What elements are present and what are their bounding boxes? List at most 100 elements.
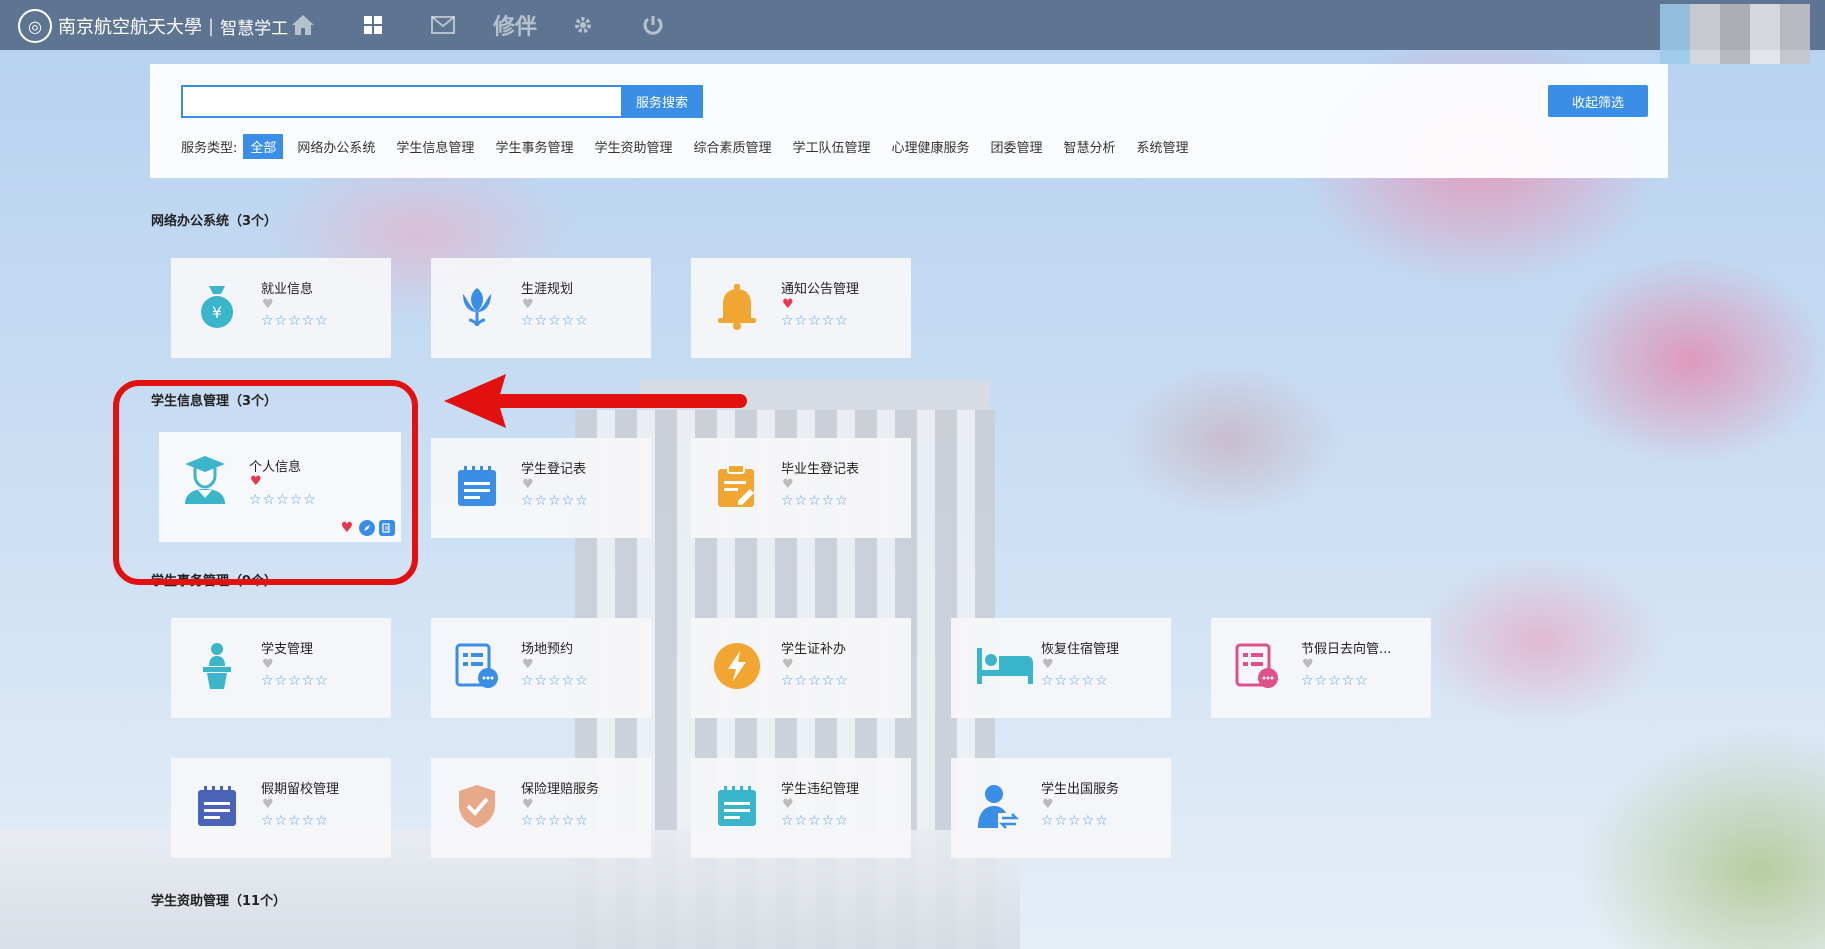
search-input[interactable] [181, 85, 621, 118]
service-card[interactable]: 学生证补办 ♥ ☆☆☆☆☆ [691, 618, 911, 718]
service-card[interactable]: 毕业生登记表 ♥ ☆☆☆☆☆ [691, 438, 911, 538]
gear-icon[interactable] [568, 10, 598, 40]
tulip-icon [453, 280, 501, 332]
service-title: 生涯规划 [521, 282, 574, 297]
filter-chip-quality[interactable]: 综合素质管理 [686, 134, 778, 159]
service-card[interactable]: 场地预约 ♥ ☆☆☆☆☆ [431, 618, 651, 718]
service-card[interactable]: 保险理赔服务 ♥ ☆☆☆☆☆ [431, 758, 651, 858]
service-title: 假期留校管理 [261, 782, 340, 797]
svg-text:¥: ¥ [212, 303, 222, 322]
service-title: 就业信息 [261, 282, 314, 297]
service-title: 节假日去向管... [1301, 642, 1392, 657]
service-card[interactable]: 学支管理 ♥ ☆☆☆☆☆ [171, 618, 391, 718]
filter-chip-all[interactable]: 全部 [243, 133, 284, 159]
service-card[interactable]: 学生违纪管理 ♥ ☆☆☆☆☆ [691, 758, 911, 858]
service-title: 学支管理 [261, 642, 314, 657]
bed-icon [975, 640, 1035, 692]
red-highlight-box [113, 380, 418, 585]
podium-person-icon [193, 640, 241, 692]
lightning-icon [713, 640, 761, 692]
service-title: 场地预约 [521, 642, 574, 657]
rating-stars[interactable]: ☆☆☆☆☆ [521, 313, 589, 329]
service-card[interactable]: 学生登记表 ♥ ☆☆☆☆☆ [431, 438, 651, 538]
red-arrow-icon [444, 374, 747, 428]
calendar-dark-icon [193, 780, 241, 832]
service-title: 通知公告管理 [781, 282, 860, 297]
filter-chip-mental[interactable]: 心理健康服务 [885, 134, 977, 159]
service-title: 学生出国服务 [1041, 782, 1120, 797]
system-name: 智慧学工 [220, 18, 289, 39]
favorite-heart-icon[interactable]: ♥ [262, 657, 274, 672]
favorite-heart-icon[interactable]: ♥ [1042, 797, 1054, 812]
favorite-heart-icon[interactable]: ♥ [522, 657, 534, 672]
collapse-filter-button[interactable]: 收起筛选 [1548, 85, 1648, 117]
section-title-aid: 学生资助管理（11个） [151, 894, 287, 909]
filter-chip-system[interactable]: 系统管理 [1130, 134, 1196, 159]
school-seal-icon: ◎ [18, 9, 52, 43]
mail-icon[interactable] [428, 10, 458, 40]
rating-stars[interactable]: ☆☆☆☆☆ [1041, 673, 1109, 689]
service-card[interactable]: ¥ 就业信息 ♥ ☆☆☆☆☆ [171, 258, 391, 358]
form-pink-icon [1233, 640, 1281, 692]
favorite-heart-icon[interactable]: ♥ [262, 797, 274, 812]
rating-stars[interactable]: ☆☆☆☆☆ [781, 673, 849, 689]
favorite-heart-icon[interactable]: ♥ [782, 657, 794, 672]
rating-stars[interactable]: ☆☆☆☆☆ [521, 813, 589, 829]
filter-label: 服务类型: [181, 140, 238, 156]
home-icon[interactable] [288, 10, 318, 40]
rating-stars[interactable]: ☆☆☆☆☆ [1041, 813, 1109, 829]
rating-stars[interactable]: ☆☆☆☆☆ [261, 673, 329, 689]
money-bag-icon: ¥ [193, 280, 241, 332]
service-title: 学生登记表 [521, 462, 587, 477]
rating-stars[interactable]: ☆☆☆☆☆ [781, 813, 849, 829]
favorite-heart-icon[interactable]: ♥ [1042, 657, 1054, 672]
logo[interactable]: ◎ 南京航空航天大學 | 智慧学工 [18, 9, 288, 43]
favorite-heart-icon[interactable]: ♥ [782, 477, 794, 492]
service-title: 恢复住宿管理 [1041, 642, 1120, 657]
filter-chip-league[interactable]: 团委管理 [984, 134, 1050, 159]
bell-icon [713, 280, 761, 332]
rating-stars[interactable]: ☆☆☆☆☆ [261, 813, 329, 829]
rating-stars[interactable]: ☆☆☆☆☆ [521, 673, 589, 689]
service-card[interactable]: 节假日去向管... ♥ ☆☆☆☆☆ [1211, 618, 1431, 718]
favorite-heart-icon[interactable]: ♥ [522, 477, 534, 492]
filter-chip-team[interactable]: 学工队伍管理 [785, 134, 877, 159]
favorite-heart-icon[interactable]: ♥ [522, 797, 534, 812]
filter-chip-info[interactable]: 学生信息管理 [389, 134, 481, 159]
service-card[interactable]: 恢复住宿管理 ♥ ☆☆☆☆☆ [951, 618, 1171, 718]
favorite-heart-icon[interactable]: ♥ [1302, 657, 1314, 672]
rating-stars[interactable]: ☆☆☆☆☆ [781, 493, 849, 509]
logo-separator: | [208, 15, 215, 37]
service-card[interactable]: 假期留校管理 ♥ ☆☆☆☆☆ [171, 758, 391, 858]
calendar-list-icon [453, 460, 501, 512]
favorite-heart-icon[interactable]: ♥ [782, 297, 794, 312]
favorite-heart-icon[interactable]: ♥ [782, 797, 794, 812]
user-avatar[interactable] [1660, 4, 1810, 64]
grid-apps-icon[interactable] [358, 10, 388, 40]
filter-chip-aid[interactable]: 学生资助管理 [587, 134, 679, 159]
filter-chip-office[interactable]: 网络办公系统 [290, 134, 382, 159]
shield-check-icon [453, 780, 501, 832]
favorite-heart-icon[interactable]: ♥ [522, 297, 534, 312]
service-card[interactable]: 通知公告管理 ♥ ☆☆☆☆☆ [691, 258, 911, 358]
calendar-cyan-icon [713, 780, 761, 832]
clipboard-edit-icon [713, 460, 761, 512]
rating-stars[interactable]: ☆☆☆☆☆ [781, 313, 849, 329]
service-card[interactable]: 生涯规划 ♥ ☆☆☆☆☆ [431, 258, 651, 358]
filter-chip-affairs[interactable]: 学生事务管理 [488, 134, 580, 159]
service-title: 学生违纪管理 [781, 782, 860, 797]
person-exchange-icon [973, 780, 1021, 832]
rating-stars[interactable]: ☆☆☆☆☆ [1301, 673, 1369, 689]
service-search-button[interactable]: 服务搜索 [621, 85, 703, 118]
service-card[interactable]: 学生出国服务 ♥ ☆☆☆☆☆ [951, 758, 1171, 858]
service-title: 学生证补办 [781, 642, 847, 657]
form-chat-icon [453, 640, 501, 692]
nav-text-link[interactable]: 修伴 [485, 10, 545, 40]
power-icon[interactable] [638, 10, 668, 40]
top-navigation-bar: ◎ 南京航空航天大學 | 智慧学工 修伴 [0, 0, 1825, 64]
rating-stars[interactable]: ☆☆☆☆☆ [521, 493, 589, 509]
rating-stars[interactable]: ☆☆☆☆☆ [261, 313, 329, 329]
filter-chip-analysis[interactable]: 智慧分析 [1057, 134, 1123, 159]
school-name: 南京航空航天大學 [58, 17, 202, 38]
favorite-heart-icon[interactable]: ♥ [262, 297, 274, 312]
